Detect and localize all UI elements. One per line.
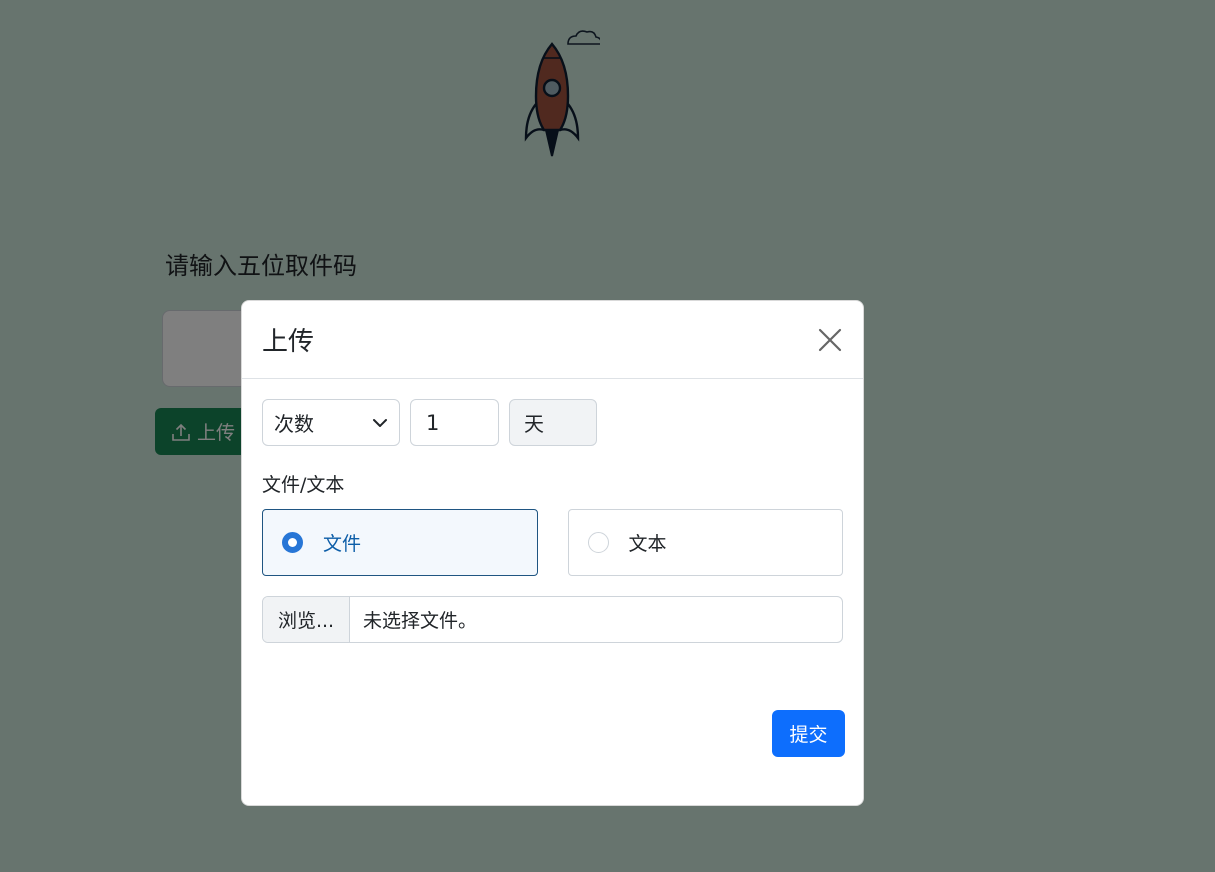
expiry-unit-label: 天 [509, 399, 597, 446]
close-button[interactable] [815, 325, 845, 355]
expiry-type-value: 次数 [274, 412, 314, 436]
content-type-label: 文件/文本 [262, 474, 345, 496]
expiry-type-select[interactable]: 次数 [262, 399, 400, 446]
modal-header: 上传 [242, 301, 863, 379]
option-text[interactable]: 文本 [567, 509, 843, 576]
chevron-down-icon [373, 418, 387, 427]
option-file-label: 文件 [323, 533, 362, 555]
close-icon [818, 328, 842, 351]
browse-button[interactable]: 浏览... [263, 597, 350, 642]
radio-text[interactable] [587, 532, 609, 553]
content-type-options: 文件 文本 [262, 509, 843, 576]
submit-button[interactable]: 提交 [772, 710, 845, 757]
expiry-value-input[interactable]: 1 [410, 399, 499, 446]
option-text-label: 文本 [628, 533, 667, 555]
modal-body: 次数 1 天 文件/文本 文件 文本 浏览... 未选择文件。 提交 [242, 379, 863, 757]
modal-title: 上传 [262, 327, 315, 357]
file-picker: 浏览... 未选择文件。 [262, 596, 843, 643]
radio-file-selected[interactable] [282, 532, 303, 553]
upload-modal: 上传 次数 1 天 文件/文本 文件 文本 浏览... 未选择文件。 提交 [241, 300, 864, 806]
expiry-controls: 次数 1 天 [262, 399, 843, 446]
file-status: 未选择文件。 [363, 610, 478, 632]
option-file[interactable]: 文件 [262, 509, 538, 576]
